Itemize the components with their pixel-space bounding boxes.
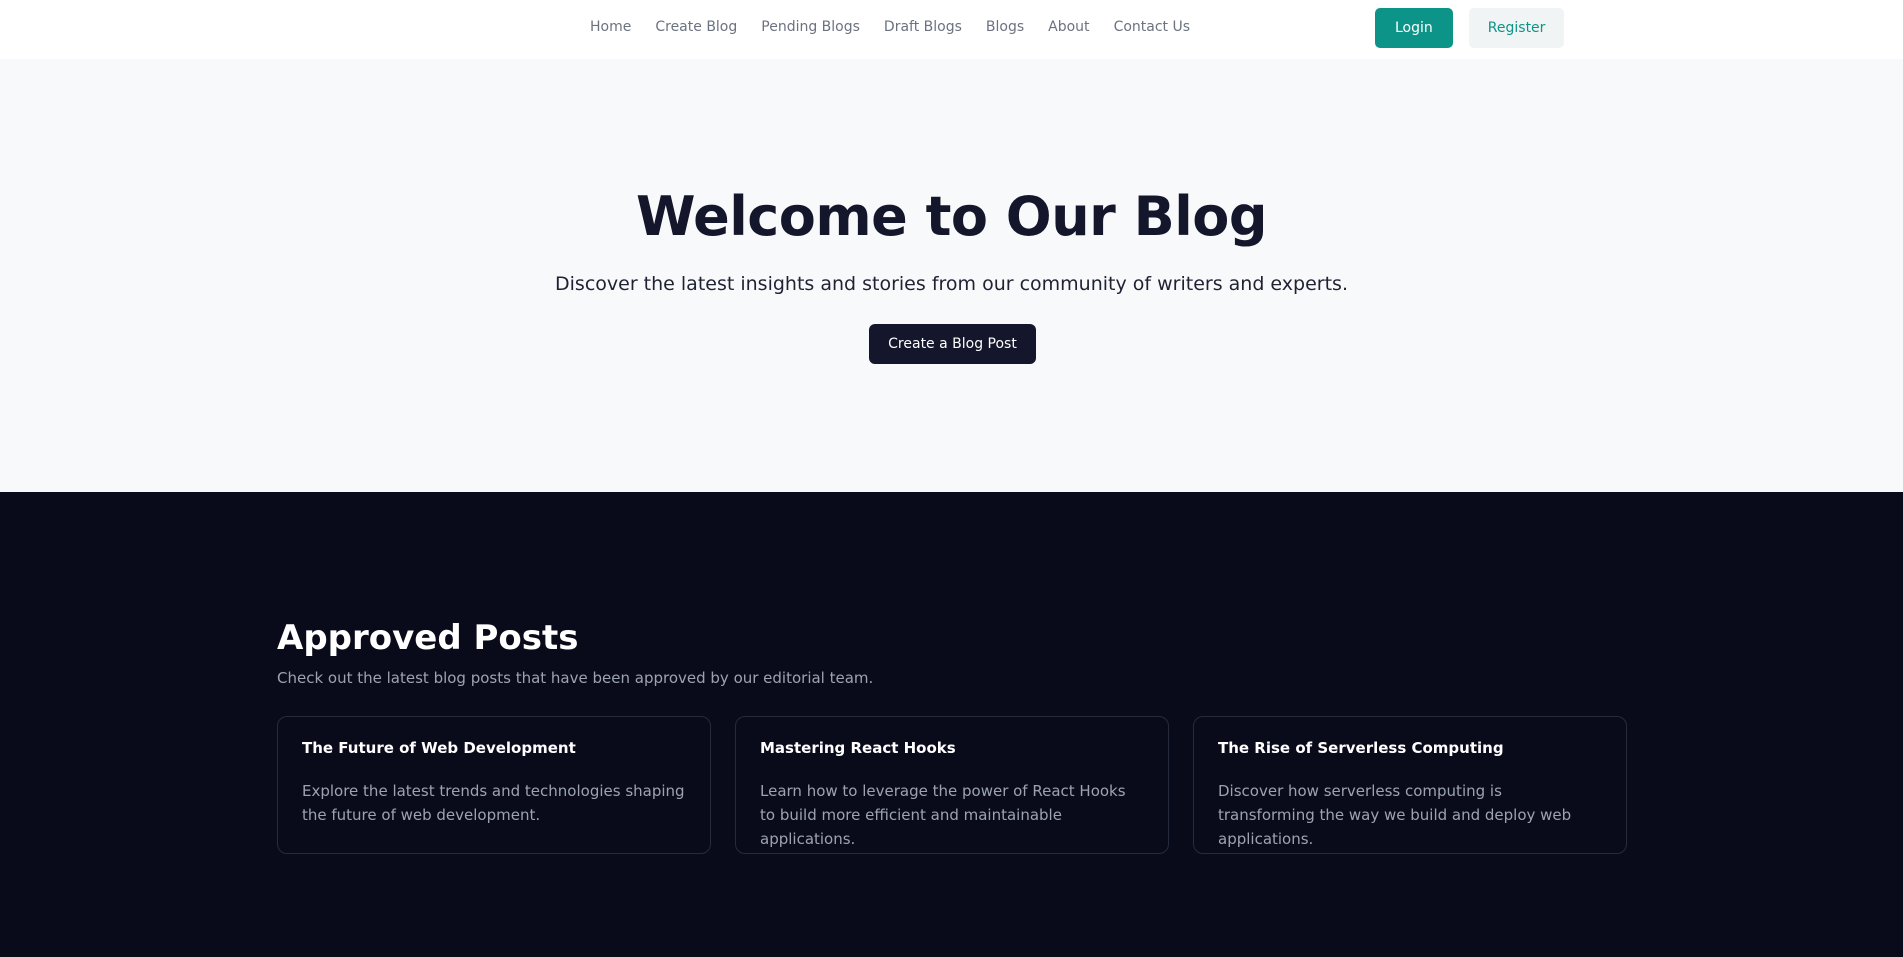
approved-posts-subtitle: Check out the latest blog posts that hav…: [277, 669, 874, 687]
post-card[interactable]: Mastering React Hooks Learn how to lever…: [735, 716, 1169, 854]
hero-subtitle: Discover the latest insights and stories…: [555, 273, 1348, 295]
login-button[interactable]: Login: [1375, 8, 1453, 48]
post-card-excerpt: Discover how serverless computing is tra…: [1218, 782, 1572, 848]
hero-title: Welcome to Our Blog: [636, 185, 1268, 248]
hero-section: Welcome to Our Blog Discover the latest …: [0, 59, 1903, 492]
post-card-excerpt: Explore the latest trends and technologi…: [302, 782, 685, 824]
nav-link-draft-blogs[interactable]: Draft Blogs: [884, 19, 962, 35]
nav-link-blogs[interactable]: Blogs: [986, 19, 1024, 35]
approved-posts-title: Approved Posts: [277, 618, 579, 658]
nav-link-pending-blogs[interactable]: Pending Blogs: [761, 19, 860, 35]
nav-link-create-blog[interactable]: Create Blog: [655, 19, 737, 35]
post-card-title[interactable]: The Rise of Serverless Computing: [1218, 739, 1602, 757]
nav-link-contact-us[interactable]: Contact Us: [1114, 19, 1190, 35]
post-card[interactable]: The Future of Web Development Explore th…: [277, 716, 711, 854]
post-card-title[interactable]: The Future of Web Development: [302, 739, 686, 757]
post-card[interactable]: The Rise of Serverless Computing Discove…: [1193, 716, 1627, 854]
nav-link-home[interactable]: Home: [590, 19, 631, 35]
auth-buttons: Login Register: [1375, 8, 1565, 48]
post-card-list: The Future of Web Development Explore th…: [277, 716, 1627, 854]
register-button[interactable]: Register: [1468, 8, 1565, 48]
post-card-excerpt: Learn how to leverage the power of React…: [760, 782, 1126, 848]
top-navbar: Home Create Blog Pending Blogs Draft Blo…: [0, 0, 1903, 59]
main-nav: Home Create Blog Pending Blogs Draft Blo…: [590, 0, 1190, 54]
approved-posts-section: Approved Posts Check out the latest blog…: [0, 492, 1903, 957]
post-card-title[interactable]: Mastering React Hooks: [760, 739, 1144, 757]
nav-link-about[interactable]: About: [1048, 19, 1089, 35]
create-blog-post-button[interactable]: Create a Blog Post: [869, 324, 1036, 364]
